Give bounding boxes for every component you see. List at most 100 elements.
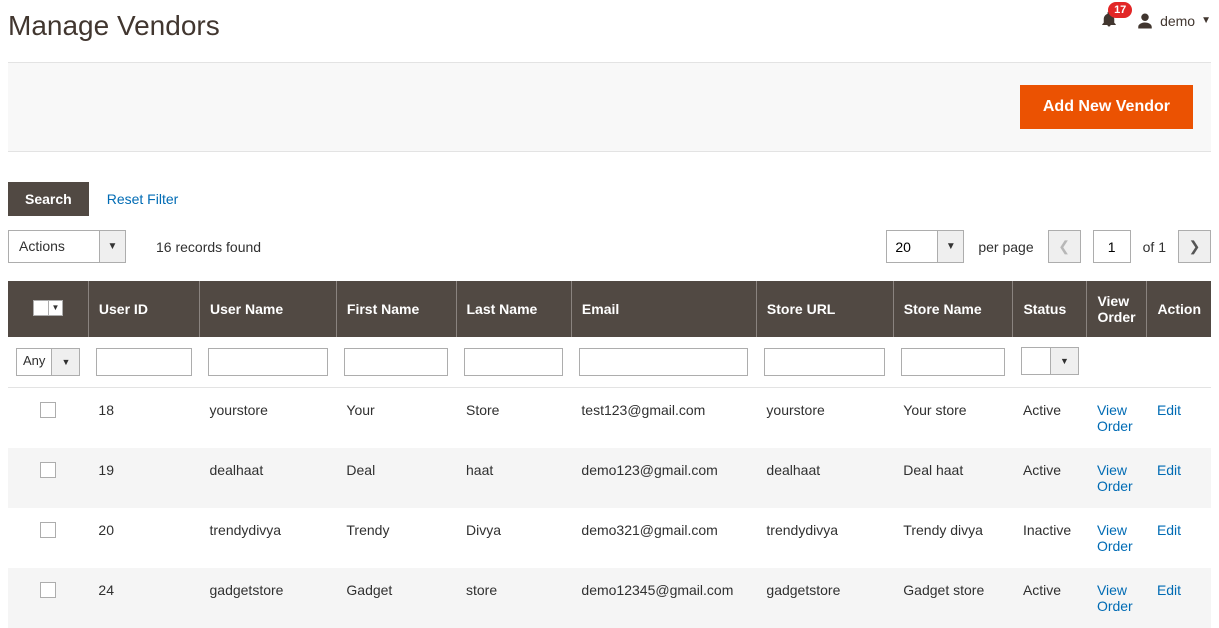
row-checkbox[interactable]	[40, 582, 56, 598]
filter-store-url[interactable]	[764, 348, 885, 376]
col-user-id[interactable]: User ID	[88, 281, 199, 337]
cell-user-name: dealhaat	[200, 448, 337, 508]
cell-user-name: trendydivya	[200, 508, 337, 568]
notifications-button[interactable]: 17	[1100, 10, 1118, 31]
edit-link[interactable]: Edit	[1157, 582, 1181, 598]
select-all-header[interactable]: ▼	[8, 281, 88, 337]
filter-bar: Search Reset Filter	[8, 182, 1211, 216]
cell-store-url: trendydivya	[756, 508, 893, 568]
username-label: demo	[1160, 13, 1195, 29]
filter-any-dropdown[interactable]: Any ▼	[16, 348, 80, 376]
table-row[interactable]: 18yourstoreYourStoretest123@gmail.comyou…	[8, 388, 1211, 449]
filter-first-name[interactable]	[344, 348, 448, 376]
page-of-label: of 1	[1143, 239, 1166, 255]
cell-store-name: Deal haat	[893, 448, 1013, 508]
prev-page-button[interactable]: ❮	[1048, 230, 1081, 263]
mass-actions-dropdown[interactable]: Actions ▼	[8, 230, 126, 263]
col-first-name[interactable]: First Name	[336, 281, 456, 337]
edit-link[interactable]: Edit	[1157, 522, 1181, 538]
cell-email: demo12345@gmail.com	[571, 568, 756, 628]
page-size-input[interactable]	[887, 231, 937, 262]
filter-status-dropdown[interactable]: ▼	[1021, 347, 1079, 375]
action-bar: Add New Vendor	[8, 62, 1211, 152]
cell-store-name: Trendy divya	[893, 508, 1013, 568]
filter-email[interactable]	[579, 348, 748, 376]
page-size-dropdown[interactable]: ▼	[886, 230, 964, 263]
per-page-label: per page	[978, 239, 1033, 255]
cell-user-name: yourstore	[200, 388, 337, 449]
user-icon	[1136, 12, 1154, 30]
page-header: Manage Vendors 17 demo ▼	[8, 0, 1211, 62]
cell-store-name: Your store	[893, 388, 1013, 449]
reset-filter-link[interactable]: Reset Filter	[107, 191, 179, 207]
view-order-link[interactable]: View Order	[1097, 402, 1133, 434]
table-row[interactable]: 19dealhaatDealhaatdemo123@gmail.comdealh…	[8, 448, 1211, 508]
cell-email: demo123@gmail.com	[571, 448, 756, 508]
chevron-down-icon: ▼	[937, 231, 963, 262]
view-order-link[interactable]: View Order	[1097, 582, 1133, 614]
col-store-name[interactable]: Store Name	[893, 281, 1013, 337]
col-user-name[interactable]: User Name	[200, 281, 337, 337]
header-actions: 17 demo ▼	[1100, 10, 1211, 31]
col-store-url[interactable]: Store URL	[756, 281, 893, 337]
cell-user-id: 24	[88, 568, 199, 628]
chevron-left-icon: ❮	[1058, 238, 1070, 255]
page-title: Manage Vendors	[8, 10, 220, 42]
filter-status-label	[1022, 348, 1050, 374]
chevron-down-icon: ▼	[1050, 348, 1078, 374]
cell-last-name: haat	[456, 448, 571, 508]
chevron-down-icon: ▼	[51, 349, 79, 375]
col-last-name[interactable]: Last Name	[456, 281, 571, 337]
actions-label: Actions	[9, 231, 99, 262]
filter-last-name[interactable]	[464, 348, 563, 376]
user-menu[interactable]: demo ▼	[1136, 12, 1211, 30]
cell-last-name: store	[456, 568, 571, 628]
cell-user-id: 18	[88, 388, 199, 449]
cell-status: Inactive	[1013, 508, 1087, 568]
row-checkbox[interactable]	[40, 402, 56, 418]
cell-first-name: Your	[336, 388, 456, 449]
controls-right: ▼ per page ❮ of 1 ❯	[886, 230, 1211, 263]
filter-user-name[interactable]	[208, 348, 329, 376]
checkbox-icon	[33, 300, 49, 316]
notification-badge: 17	[1108, 2, 1132, 18]
pager: ❮ of 1 ❯	[1048, 230, 1211, 263]
cell-user-id: 20	[88, 508, 199, 568]
caret-down-icon: ▼	[49, 300, 63, 316]
view-order-link[interactable]: View Order	[1097, 462, 1133, 494]
cell-store-name: Gadget store	[893, 568, 1013, 628]
cell-user-id: 19	[88, 448, 199, 508]
next-page-button[interactable]: ❯	[1178, 230, 1211, 263]
table-row[interactable]: 24gadgetstoreGadgetstoredemo12345@gmail.…	[8, 568, 1211, 628]
filter-any-label: Any	[17, 349, 51, 375]
cell-user-name: gadgetstore	[200, 568, 337, 628]
filter-store-name[interactable]	[901, 348, 1005, 376]
cell-status: Active	[1013, 448, 1087, 508]
col-email[interactable]: Email	[571, 281, 756, 337]
edit-link[interactable]: Edit	[1157, 462, 1181, 478]
caret-down-icon: ▼	[1201, 15, 1211, 26]
controls-left: Actions ▼ 16 records found	[8, 230, 261, 263]
filter-row: Any ▼ ▼	[8, 337, 1211, 388]
controls-row: Actions ▼ 16 records found ▼ per page ❮ …	[8, 230, 1211, 263]
col-action: Action	[1147, 281, 1211, 337]
cell-email: demo321@gmail.com	[571, 508, 756, 568]
chevron-down-icon: ▼	[99, 231, 125, 262]
table-row[interactable]: 20trendydivyaTrendyDivyademo321@gmail.co…	[8, 508, 1211, 568]
current-page-input[interactable]	[1093, 230, 1131, 263]
row-checkbox[interactable]	[40, 462, 56, 478]
cell-first-name: Gadget	[336, 568, 456, 628]
filter-user-id[interactable]	[96, 348, 191, 376]
records-found-label: 16 records found	[156, 239, 261, 255]
cell-first-name: Deal	[336, 448, 456, 508]
col-status[interactable]: Status	[1013, 281, 1087, 337]
row-checkbox[interactable]	[40, 522, 56, 538]
cell-last-name: Store	[456, 388, 571, 449]
cell-email: test123@gmail.com	[571, 388, 756, 449]
edit-link[interactable]: Edit	[1157, 402, 1181, 418]
cell-store-url: yourstore	[756, 388, 893, 449]
cell-first-name: Trendy	[336, 508, 456, 568]
search-button[interactable]: Search	[8, 182, 89, 216]
view-order-link[interactable]: View Order	[1097, 522, 1133, 554]
add-new-vendor-button[interactable]: Add New Vendor	[1020, 85, 1193, 129]
